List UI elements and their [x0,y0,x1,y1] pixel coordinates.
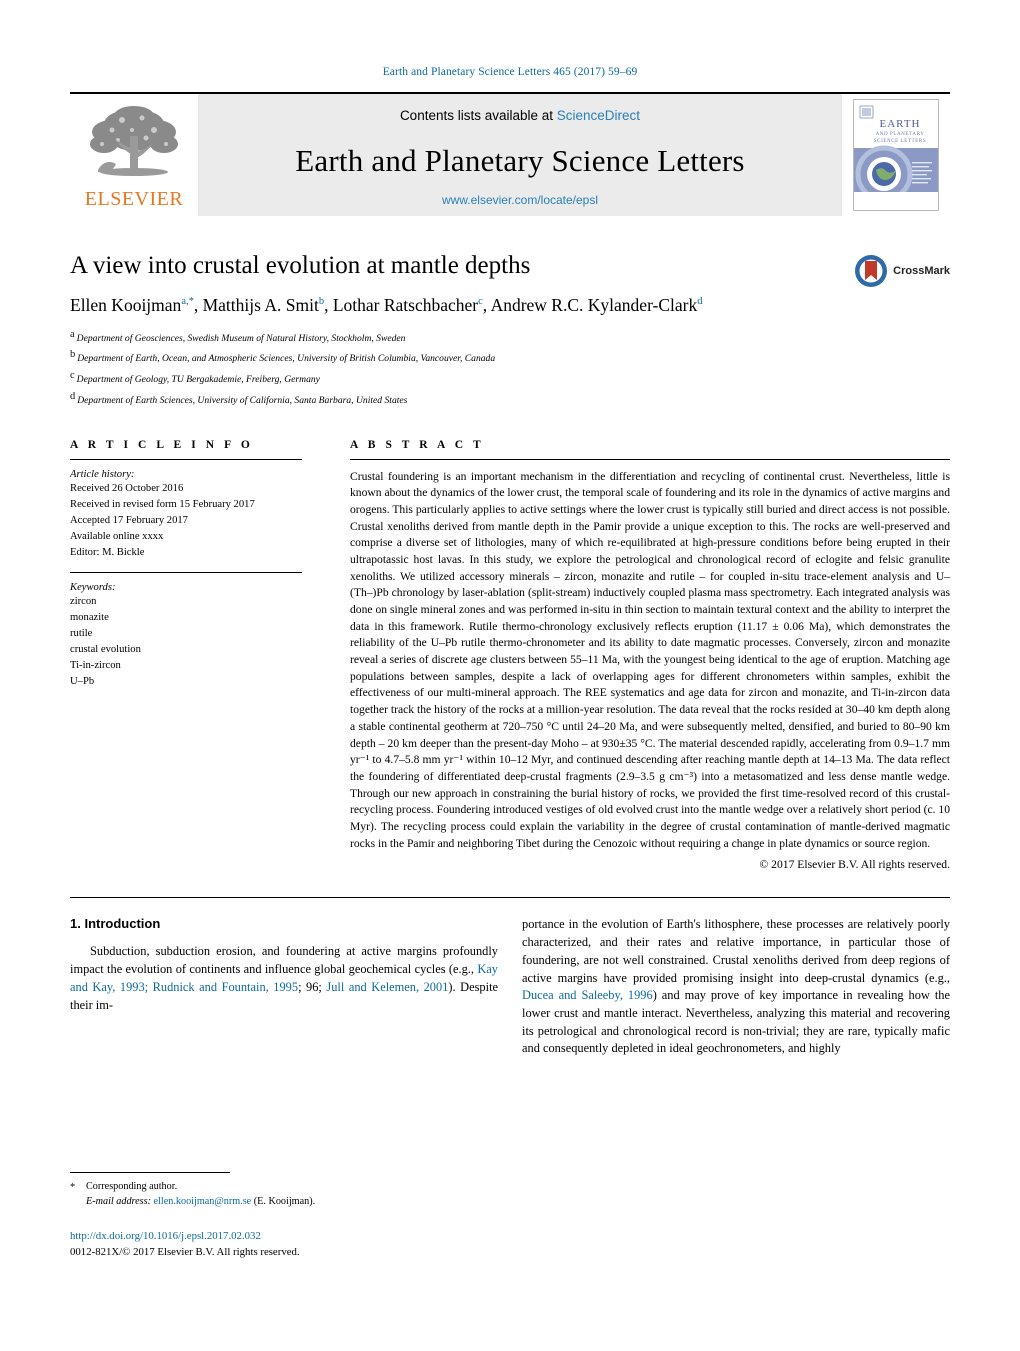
affiliation-marker: d [70,390,76,402]
abstract-column: A B S T R A C T Crustal foundering is an… [350,438,950,872]
crossmark-label: CrossMark [893,265,950,277]
elsevier-wordmark: ELSEVIER [84,188,184,210]
sciencedirect-link[interactable]: ScienceDirect [557,108,640,123]
affiliation-marker: b [70,349,76,361]
article-history-item: Accepted 17 February 2017 [70,514,188,526]
corresponding-author-label: Corresponding author. [86,1181,178,1192]
article-info-heading: A R T I C L E I N F O [70,438,254,451]
affiliation-text: Department of Geology, TU Bergakademie, … [76,374,320,386]
section-title-introduction: 1. Introduction [70,916,161,932]
abstract-rule [350,458,950,460]
email-link[interactable]: ellen.kooijman@nrm.se [154,1196,252,1207]
journal-title: Earth and Planetary Science Letters [295,143,745,178]
keywords-list: zircon monazite rutile crustal evolution Ti-… [70,594,302,691]
affiliation-text: Department of Geosciences, Swedish Museu… [76,332,406,344]
author-name: Matthijs A. Smit [202,294,319,315]
article-history-label: Article history: [70,468,135,480]
keyword-item: rutile [70,628,93,640]
author-name: Ellen Kooijman [70,294,182,315]
email-suffix: (E. Kooijman). [253,1195,316,1207]
doi-block: http://dx.doi.org/10.1016/j.epsl.2017.02… [70,1228,488,1260]
body-text: Subduction, subduction erosion, and foun… [70,944,498,977]
author-name: Lothar Ratschbacher [332,294,479,315]
affiliation-item: b Department of Earth, Ocean, and Atmosph… [70,346,950,367]
affiliation-list: a Department of Geosciences, Swedish Muse… [70,326,950,409]
elsevier-tree-icon [90,106,178,176]
keyword-item: crustal evolution [70,644,141,656]
email-label: E-mail address: [86,1195,151,1207]
affiliation-marker: a [70,328,75,340]
keyword-item: monazite [70,612,109,624]
journal-cover-thumbnail: EARTH AND PLANETARY SCIENCE LETTERS [842,94,950,216]
corresponding-author-line: * Corresponding author. [70,1180,488,1195]
crossmark-badge[interactable]: CrossMark [854,254,950,288]
intro-paragraph-left: Subduction, subduction erosion, and foun… [70,943,498,1014]
affiliation-item: c Department of Geology, TU Bergakademie,… [70,367,950,388]
author-affiliation-marker: c [478,295,483,307]
svg-text:EARTH: EARTH [879,118,920,130]
article-history-item: Received 26 October 2016 [70,482,184,494]
body-text: portance in the evolution of Earth's lit… [522,917,950,985]
footnote-rule [70,1172,230,1173]
email-line: E-mail address: ellen.kooijman@nrm.se (E… [70,1195,488,1210]
author-affiliation-marker: b [318,295,325,307]
author-name: Andrew R.C. Kylander-Clark [490,294,698,315]
author-list: Ellen Kooijmana,*, Matthijs A. Smitb, Lo… [70,294,703,315]
affiliation-item: d Department of Earth Sciences, Universit… [70,388,950,409]
keyword-item: Ti-in-zircon [70,660,121,672]
page-title: A view into crustal evolution at mantle … [70,252,531,279]
cover-artwork-icon: EARTH AND PLANETARY SCIENCE LETTERS [854,100,938,210]
doi-link[interactable]: http://dx.doi.org/10.1016/j.epsl.2017.02… [70,1228,488,1244]
author-affiliation-marker: d [697,295,703,307]
article-history-list: Received 26 October 2016 Received in revi… [70,481,302,561]
keywords-rule [70,571,302,573]
article-page: Earth and Planetary Science Letters 465 … [0,0,1020,1351]
abstract-heading: A B S T R A C T [350,438,485,451]
keyword-item: zircon [70,595,97,607]
affiliation-text: Department of Earth Sciences, University… [77,394,408,406]
body-column-right: portance in the evolution of Earth's lit… [522,916,950,1058]
journal-masthead: ELSEVIER Contents lists available at Sci… [70,92,950,216]
article-info-rule [70,458,302,460]
running-head: Earth and Planetary Science Letters 465 … [382,66,638,78]
body-columns: 1. Introduction Subduction, subduction e… [70,916,950,1058]
affiliation-text: Department of Earth, Ocean, and Atmosphe… [77,353,496,365]
body-column-left: 1. Introduction Subduction, subduction e… [70,916,498,1058]
article-history-item: Editor: M. Bickle [70,546,145,558]
body-text: ; 96; [298,979,327,994]
affiliation-marker: c [70,370,75,382]
contents-prefix: Contents lists available at [399,108,557,123]
crossmark-icon [855,255,888,287]
article-history-item: Received in revised form 15 February 201… [70,498,255,510]
issn-copyright-line: 0012-821X/© 2017 Elsevier B.V. All right… [70,1246,300,1259]
abstract-text: Crustal foundering is an important mecha… [350,469,950,850]
contents-available-line: Contents lists available at ScienceDirec… [400,108,640,123]
keyword-item: U–Pb [70,676,95,688]
corresponding-author-marker: * [70,1182,76,1193]
elsevier-logo: ELSEVIER [70,94,198,216]
journal-url-link[interactable]: www.elsevier.com/locate/epsl [198,193,842,207]
body-separator-rule [70,897,950,899]
masthead-center: Contents lists available at ScienceDirec… [198,94,842,216]
affiliation-item: a Department of Geosciences, Swedish Muse… [70,326,950,347]
title-block: CrossMark A view into crustal evolution … [70,252,950,409]
svg-text:AND PLANETARY: AND PLANETARY [876,132,925,137]
article-info-column: A R T I C L E I N F O Article history: R… [70,439,302,872]
citation-link[interactable]: Ducea and Saleeby, 1996 [522,988,653,1002]
footnote-block: * Corresponding author. E-mail address: … [70,1172,488,1210]
abstract-copyright: © 2017 Elsevier B.V. All rights reserved… [759,858,950,872]
intro-paragraph-right: portance in the evolution of Earth's lit… [522,916,950,1058]
citation-link[interactable]: Jull and Kelemen, 2001 [326,980,448,994]
keywords-label: Keywords: [70,581,116,593]
svg-text:SCIENCE LETTERS: SCIENCE LETTERS [874,139,926,144]
article-history-item: Available online xxxx [70,530,164,542]
author-affiliation-marker: a,* [181,295,194,307]
info-abstract-region: A R T I C L E I N F O Article history: R… [70,438,950,872]
